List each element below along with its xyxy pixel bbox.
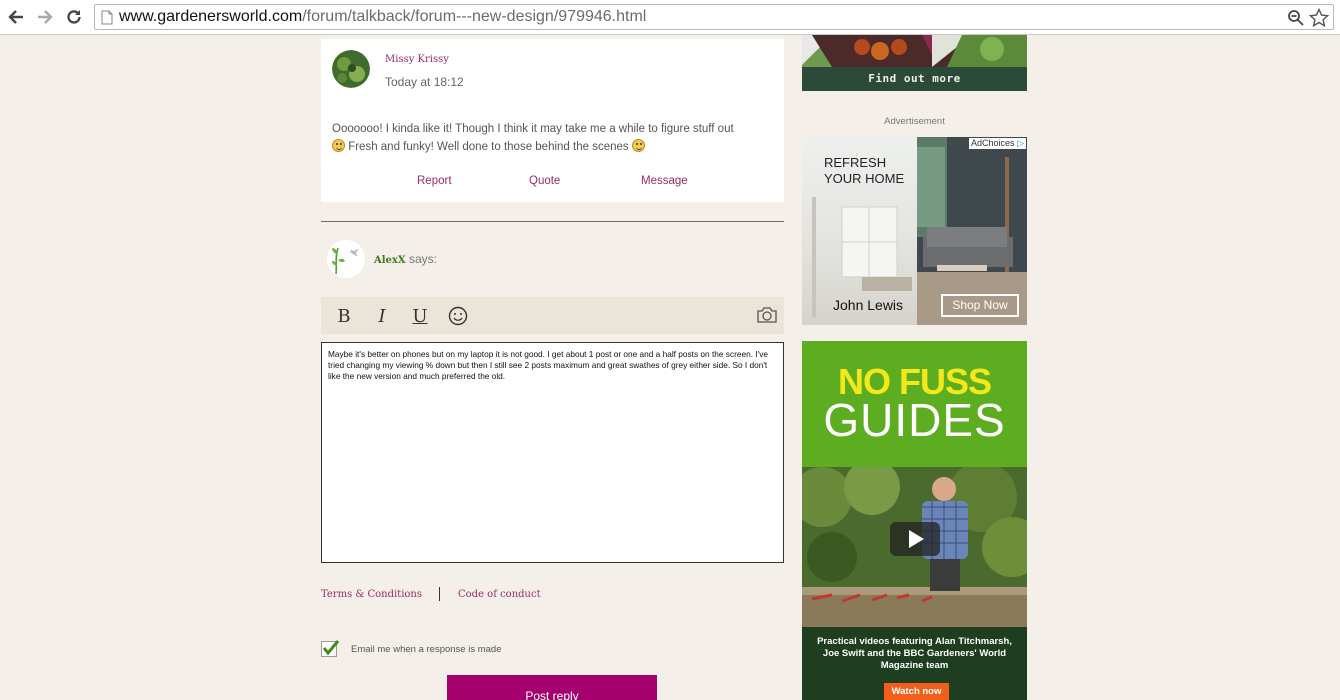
john-lewis-logo: John Lewis	[833, 297, 904, 313]
reply-author[interactable]: AlexX	[374, 255, 406, 266]
no-fuss-guides-ad[interactable]: NO FUSS GUIDES Practical videos featurin…	[802, 341, 1027, 700]
page-icon	[101, 10, 113, 29]
italic-button[interactable]: I	[373, 303, 391, 329]
terms-link[interactable]: Terms & Conditions	[321, 589, 422, 600]
code-of-conduct-link[interactable]: Code of conduct	[458, 589, 541, 600]
arrow-right-icon	[38, 10, 53, 24]
video-thumbnail[interactable]	[802, 467, 1027, 627]
banner-image	[802, 35, 1027, 67]
wink-emoji-icon	[332, 139, 345, 152]
top-banner-ad[interactable]: Find out more	[802, 35, 1027, 91]
adchoices-badge[interactable]: AdChoices ▷	[969, 138, 1026, 149]
editor-toolbar: B I U	[321, 297, 784, 334]
camera-icon	[757, 307, 777, 323]
forward-button[interactable]	[34, 6, 56, 28]
bookmark-star-icon[interactable]	[1308, 7, 1330, 32]
camera-button[interactable]	[755, 302, 779, 328]
address-bar[interactable]: www.gardenersworld.com/forum/talkback/fo…	[94, 4, 1334, 30]
browser-toolbar: www.gardenersworld.com/forum/talkback/fo…	[0, 0, 1340, 35]
advertisement-caption: Advertisement	[884, 116, 945, 127]
adchoices-icon: ▷	[1017, 138, 1024, 148]
ad-headline: REFRESH YOUR HOME	[824, 155, 905, 186]
checkmark-icon	[322, 640, 340, 656]
zoom-icon[interactable]	[1287, 9, 1305, 31]
grin-emoji-icon	[631, 139, 645, 152]
presenter-image	[802, 467, 1027, 627]
watch-now-button[interactable]: Watch now	[884, 683, 949, 700]
john-lewis-ad[interactable]: REFRESH YOUR HOME John Lewis Shop Now Ad…	[802, 137, 1027, 325]
reload-icon	[67, 10, 81, 24]
quote-link[interactable]: Quote	[529, 175, 560, 187]
avatar[interactable]	[332, 50, 370, 88]
post-body: Ooooooo! I kinda like it! Though I think…	[332, 123, 734, 153]
post-card: Missy Krissy Today at 18:12 Ooooooo! I k…	[321, 39, 784, 202]
post-author[interactable]: Missy Krissy	[385, 54, 449, 65]
report-link[interactable]: Report	[417, 175, 452, 187]
smiley-icon	[448, 306, 468, 326]
shop-now-button[interactable]: Shop Now	[941, 294, 1019, 317]
ad-header: NO FUSS GUIDES	[802, 341, 1027, 467]
bold-button[interactable]: B	[335, 303, 353, 329]
reload-button[interactable]	[63, 6, 85, 28]
ad-left-panel: REFRESH YOUR HOME John Lewis	[802, 137, 917, 325]
email-checkbox[interactable]	[321, 640, 340, 657]
underline-button[interactable]: U	[411, 303, 429, 329]
emoji-button[interactable]	[447, 303, 469, 329]
ad-title-line-2: GUIDES	[823, 394, 1006, 446]
find-out-more-label[interactable]: Find out more	[802, 67, 1027, 91]
ad-caption-text: Practical videos featuring Alan Titchmar…	[817, 636, 1012, 671]
reply-avatar[interactable]	[327, 240, 365, 278]
link-separator	[439, 587, 440, 601]
reply-textarea[interactable]	[321, 342, 784, 563]
back-button[interactable]	[5, 6, 27, 28]
email-checkbox-label: Email me when a response is made	[351, 644, 502, 655]
arrow-left-icon	[8, 10, 23, 24]
message-link[interactable]: Message	[641, 175, 688, 187]
divider	[321, 221, 784, 222]
post-timestamp: Today at 18:12	[385, 75, 464, 89]
url-text: www.gardenersworld.com/forum/talkback/fo…	[119, 8, 647, 25]
post-reply-button[interactable]: Post reply	[447, 675, 657, 700]
reply-author-row: AlexX says:	[374, 252, 437, 266]
